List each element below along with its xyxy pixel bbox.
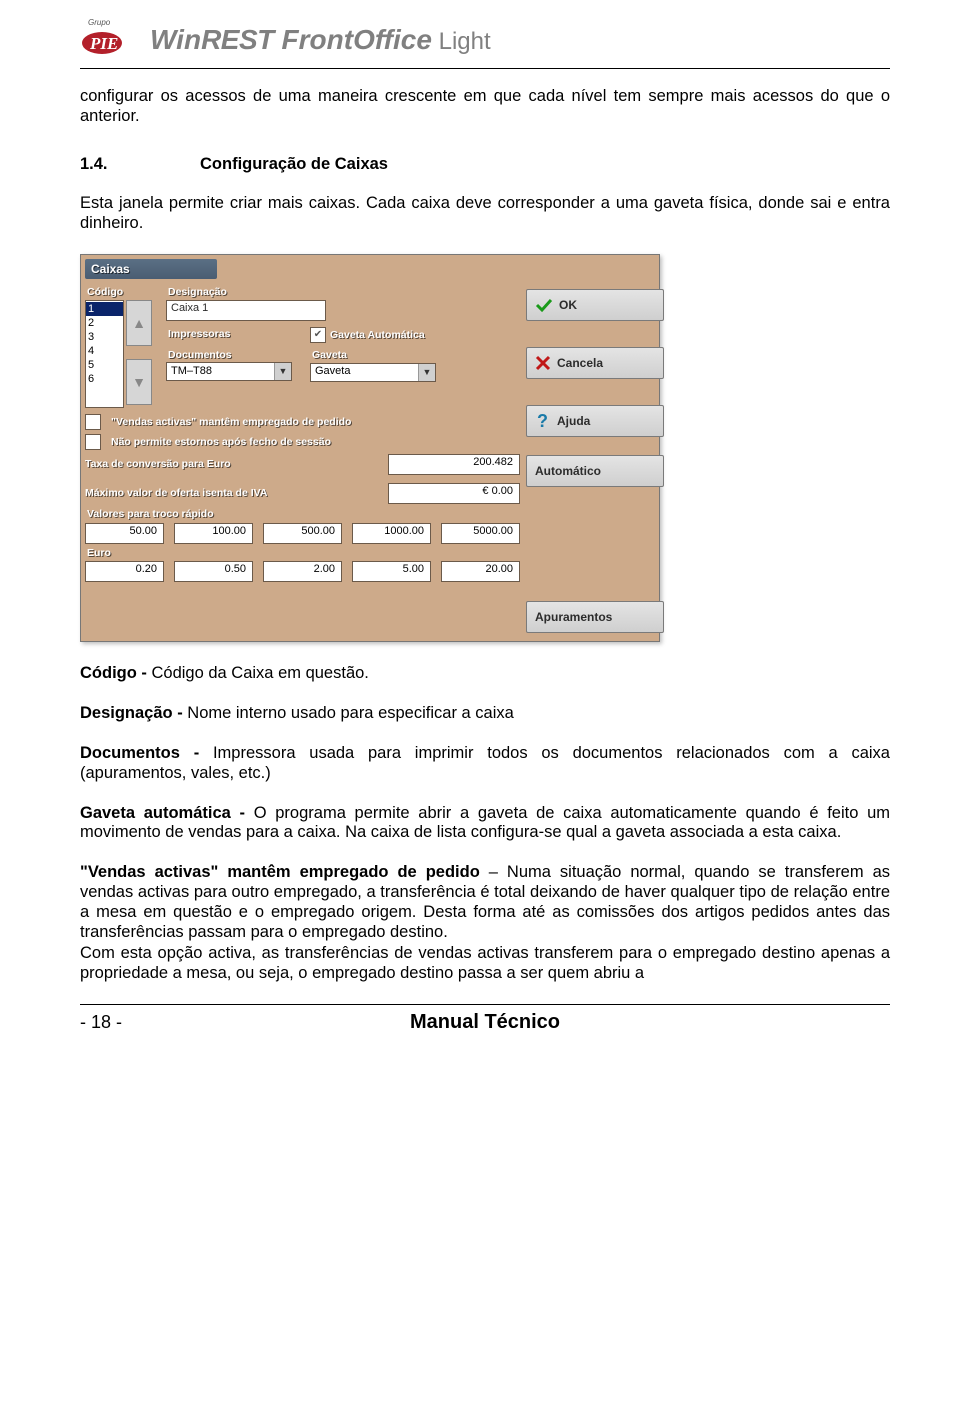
euro-input[interactable]: 2.00: [263, 561, 342, 582]
max-input[interactable]: € 0.00: [388, 483, 520, 504]
help-button[interactable]: ? Ajuda: [526, 405, 664, 437]
svg-text:?: ?: [537, 412, 548, 430]
taxa-label: Taxa de conversão para Euro: [85, 458, 382, 471]
def-vendas: "Vendas activas" mantêm empregado de ped…: [80, 863, 890, 942]
list-item[interactable]: 3: [88, 330, 123, 344]
designacao-label: Designação: [168, 286, 520, 299]
section-heading: 1.4. Configuração de Caixas: [80, 155, 890, 175]
page-header: Grupo PIE WinREST FrontOffice Light: [80, 20, 890, 60]
chevron-down-icon: ▼: [418, 364, 435, 381]
def-gaveta: Gaveta automática - O programa permite a…: [80, 804, 890, 844]
codigo-list[interactable]: 1 2 3 4 5 6: [85, 300, 124, 408]
documentos-label: Documentos: [168, 349, 292, 362]
ok-button[interactable]: OK: [526, 289, 664, 321]
euro-input[interactable]: 20.00: [441, 561, 520, 582]
list-item[interactable]: 4: [88, 344, 123, 358]
designacao-input[interactable]: Caixa 1: [166, 300, 326, 321]
troco-input[interactable]: 1000.00: [352, 523, 431, 544]
troco-input[interactable]: 100.00: [174, 523, 253, 544]
gaveta-label: Gaveta: [312, 349, 436, 362]
def-documentos: Documentos - Impressora usada para impri…: [80, 744, 890, 784]
max-label: Máximo valor de oferta isenta de IVA: [85, 487, 382, 500]
svg-text:PIE: PIE: [89, 34, 118, 53]
dialog-title: Caixas: [85, 259, 217, 279]
def-vendas-cont: Com esta opção activa, as transferências…: [80, 944, 890, 984]
def-designacao: Designação - Nome interno usado para esp…: [80, 704, 890, 724]
taxa-input[interactable]: 200.482: [388, 454, 520, 475]
list-item[interactable]: 1: [86, 302, 123, 316]
page-number: - 18 -: [80, 1012, 240, 1033]
euro-input[interactable]: 0.20: [85, 561, 164, 582]
apuramentos-button[interactable]: Apuramentos: [526, 601, 664, 633]
chevron-down-icon: ▼: [274, 363, 291, 380]
euro-input[interactable]: 5.00: [352, 561, 431, 582]
page-footer: - 18 - Manual Técnico: [80, 1011, 890, 1034]
section-number: 1.4.: [80, 155, 200, 175]
list-item[interactable]: 2: [88, 316, 123, 330]
spin-up-button[interactable]: ▲: [126, 300, 152, 346]
opt2-checkbox[interactable]: [85, 434, 101, 450]
impressoras-label: Impressoras: [168, 328, 292, 341]
intro-paragraph: configurar os acessos de uma maneira cre…: [80, 87, 890, 127]
section-title: Configuração de Caixas: [200, 155, 388, 175]
gaveta-value: Gaveta: [315, 365, 350, 378]
opt1-label: "Vendas activas" mantêm empregado de ped…: [111, 416, 351, 429]
automatic-button[interactable]: Automático: [526, 455, 664, 487]
footer-title: Manual Técnico: [240, 1011, 730, 1034]
gaveta-automatica-checkbox[interactable]: ✔Gaveta Automática: [310, 327, 436, 343]
troco-input[interactable]: 500.00: [263, 523, 342, 544]
def-codigo: Código - Código da Caixa em questão.: [80, 664, 890, 684]
list-item[interactable]: 5: [88, 358, 123, 372]
gaveta-select[interactable]: Gaveta ▼: [310, 363, 436, 382]
logo: Grupo PIE: [80, 20, 130, 60]
euro-label: Euro: [87, 547, 520, 560]
documentos-select[interactable]: TM–T88 ▼: [166, 362, 292, 381]
opt2-label: Não permite estornos após fecho de sessã…: [111, 436, 331, 449]
cancel-button[interactable]: Cancela: [526, 347, 664, 379]
documentos-value: TM–T88: [171, 365, 212, 378]
euro-input[interactable]: 0.50: [174, 561, 253, 582]
codigo-label: Código: [87, 286, 160, 299]
logo-grupo: Grupo: [88, 18, 110, 27]
troco-input[interactable]: 5000.00: [441, 523, 520, 544]
opt1-checkbox[interactable]: [85, 414, 101, 430]
spin-down-button[interactable]: ▼: [126, 359, 152, 405]
section-intro: Esta janela permite criar mais caixas. C…: [80, 194, 890, 234]
caixas-dialog: Caixas Código 1 2 3: [80, 254, 660, 642]
troco-input[interactable]: 50.00: [85, 523, 164, 544]
list-item[interactable]: 6: [88, 372, 123, 386]
troco-label: Valores para troco rápido: [87, 508, 520, 521]
product-title: WinREST FrontOffice Light: [150, 24, 491, 56]
